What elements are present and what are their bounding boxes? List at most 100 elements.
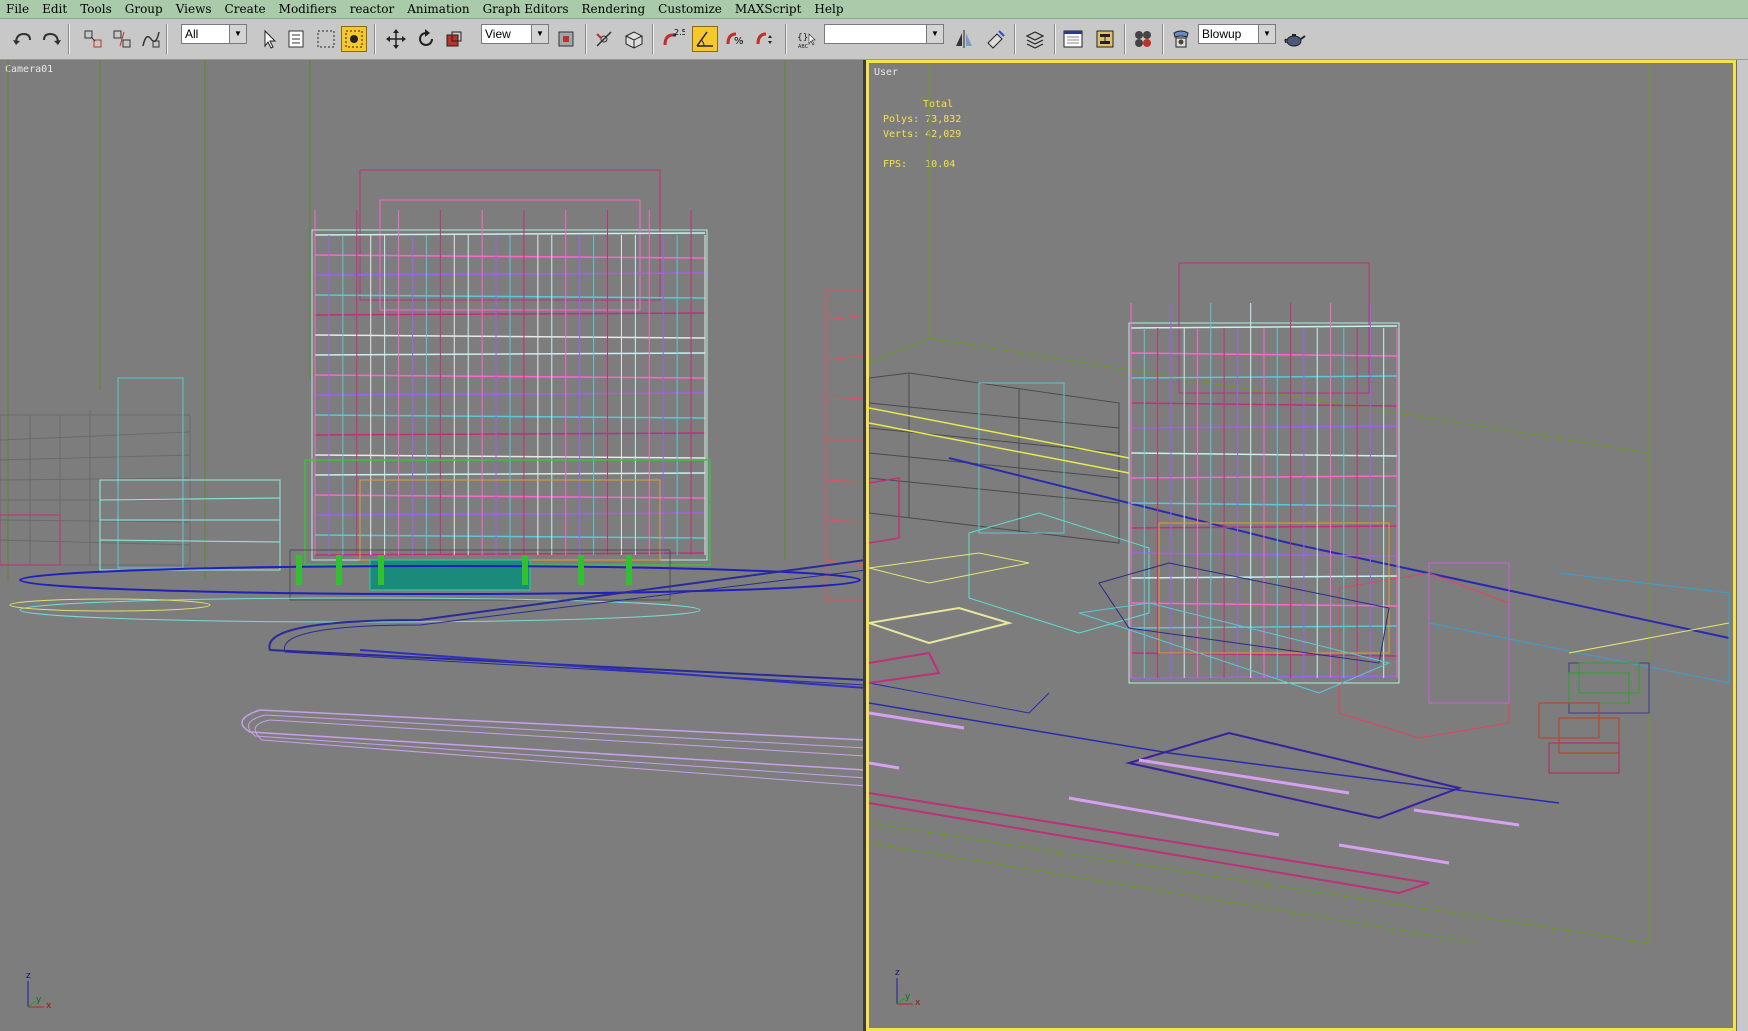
select-by-name-button[interactable] [284,19,310,59]
align-icon [987,30,1005,49]
undo-button[interactable] [10,19,36,59]
axis-z-label: z [895,968,900,978]
menu-views[interactable]: Views [170,2,219,16]
select-and-move-button[interactable] [383,19,409,59]
schematic-icon [1096,30,1114,48]
teapot-icon [1284,34,1306,47]
quick-render-button[interactable] [1282,19,1308,59]
named-selection-sets-dropdown[interactable]: ▼ [824,24,944,44]
unlink-icon [113,30,131,48]
reference-coordinate-value: View [485,27,511,41]
keyboard-shortcut-override-button[interactable] [621,19,647,59]
render-scene-dialog-button[interactable] [1168,19,1194,59]
chevron-down-icon: ▼ [926,25,943,43]
window-crossing-button[interactable] [341,19,367,59]
axis-tripod: z y x [891,968,931,1008]
menu-maxscript[interactable]: MAXScript [729,2,809,16]
menu-modifiers[interactable]: Modifiers [273,2,344,16]
snap-icon: 2.5 [663,28,685,46]
snap-angle-label: 2.5 [674,28,685,37]
menu-bar: File Edit Tools Group Views Create Modif… [0,0,1748,19]
material-editor-button[interactable] [1130,19,1156,59]
menu-group[interactable]: Group [119,2,170,16]
menu-create[interactable]: Create [219,2,273,16]
reference-coordinate-dropdown[interactable]: View ▼ [481,24,549,44]
chevron-down-icon: ▼ [531,25,548,43]
schematic-view-button[interactable] [1092,19,1118,59]
material-editor-icon [1135,31,1151,47]
curve-editor-icon [1063,30,1083,48]
camera-viewport[interactable]: Camera01 z y x [0,60,866,1031]
manipulate-icon [596,31,612,47]
link-icon [84,30,102,48]
user-viewport[interactable]: User Total Polys: 73,832 Verts: 42,029 F… [866,60,1736,1031]
edit-named-selection-button[interactable]: {} ABC [793,19,819,59]
cursor-icon [264,29,277,49]
axis-x-label: x [915,998,921,1008]
use-pivot-point-center-button[interactable] [553,19,579,59]
redo-icon [43,32,61,45]
main-toolbar: All ▼ View ▼ 2.5 % {} ABC ▼ Blowup ▼ [0,19,1748,60]
space-warp-icon [142,31,160,48]
percent-snap-icon: % [726,32,744,47]
wireframe-line [314,232,706,236]
select-and-link-button[interactable] [80,19,106,59]
axis-y-label: y [905,992,911,1002]
menu-animation[interactable]: Animation [401,2,476,16]
render-setup-icon [1173,30,1189,48]
axis-x-label: x [46,1001,52,1011]
align-button[interactable] [983,19,1009,59]
select-object-button[interactable] [256,19,282,59]
window-crossing-icon [345,30,363,48]
svg-text:ABC: ABC [798,44,809,50]
user-viewport-wireframe [869,63,1730,944]
render-type-value: Blowup [1202,27,1242,41]
named-selection-icon: {}ABC [797,33,816,50]
rotate-icon [419,29,433,46]
selection-filter-value: All [185,27,199,41]
select-and-manipulate-button[interactable] [591,19,617,59]
chevron-down-icon: ▼ [229,25,246,43]
spinner-snap-toggle-button[interactable] [752,19,778,59]
rectangular-selection-button[interactable] [313,19,339,59]
render-type-dropdown[interactable]: Blowup ▼ [1198,24,1276,44]
keyboard-icon [625,31,643,49]
menu-graph-editors[interactable]: Graph Editors [477,2,576,16]
mirror-button[interactable] [951,19,977,59]
menu-customize[interactable]: Customize [652,2,729,16]
pivot-center-icon [558,31,574,47]
menu-file[interactable]: File [0,2,36,16]
spinner-snap-icon [756,32,772,45]
select-and-scale-button[interactable] [441,19,467,59]
layer-manager-button[interactable] [1022,19,1048,59]
layers-icon [1025,31,1045,49]
menu-rendering[interactable]: Rendering [576,2,653,16]
svg-text:%: % [734,36,744,47]
curve-editor-button[interactable] [1060,19,1086,59]
bind-to-space-warp-button[interactable] [138,19,164,59]
camera-viewport-wireframe [0,60,863,787]
angle-snap-toggle-button[interactable] [692,19,718,59]
command-panel-edge[interactable] [1736,60,1748,1031]
rectangle-selection-icon [317,30,335,48]
snaps-toggle-button[interactable]: 2.5 [660,19,686,59]
axis-y-label: y [36,995,42,1005]
axis-z-label: z [26,971,31,981]
scale-icon [446,31,462,47]
menu-edit[interactable]: Edit [36,2,74,16]
selection-filter-dropdown[interactable]: All ▼ [181,24,247,44]
move-icon [386,29,406,49]
redo-button[interactable] [38,19,64,59]
axis-tripod: z y x [22,971,62,1011]
menu-reactor[interactable]: reactor [344,2,402,16]
angle-snap-icon [696,31,713,47]
percent-snap-toggle-button[interactable]: % [722,19,748,59]
mirror-icon [956,30,972,48]
select-and-rotate-button[interactable] [413,19,439,59]
unlink-selection-button[interactable] [109,19,135,59]
select-by-name-icon [288,30,304,48]
menu-help[interactable]: Help [808,2,850,16]
svg-text:{}: {} [797,33,808,43]
undo-icon [13,32,31,45]
menu-tools[interactable]: Tools [74,2,119,16]
